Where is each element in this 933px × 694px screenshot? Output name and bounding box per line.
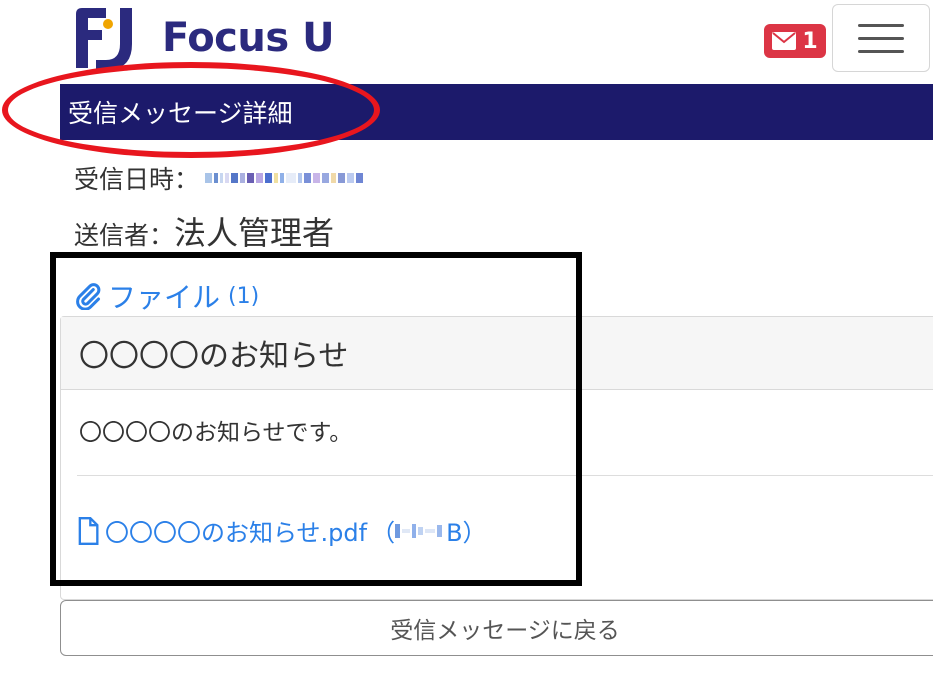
hamburger-line: [858, 49, 904, 53]
page-title-bar: 受信メッセージ詳細: [60, 84, 933, 140]
envelope-icon: [772, 32, 797, 50]
logo[interactable]: Focus U: [72, 4, 335, 72]
mail-notification-badge[interactable]: 1: [764, 24, 826, 58]
redacted-file-size: [395, 523, 443, 538]
received-datetime-row: 受信日時：: [74, 160, 364, 196]
page-title: 受信メッセージ詳細: [68, 99, 293, 128]
divider: [77, 475, 933, 476]
file-icon: [78, 516, 99, 545]
received-label: 受信日時：: [74, 165, 200, 194]
attachments-count: (1): [228, 283, 260, 309]
message-body: 〇〇〇〇のお知らせです。: [79, 420, 353, 446]
attachment-file-name: 〇〇〇〇のお知らせ.pdf: [105, 519, 368, 547]
logo-mark-icon: [76, 8, 132, 70]
message-card: 〇〇〇〇のお知らせ 〇〇〇〇のお知らせです。 〇〇〇〇のお知らせ.pdf （ B…: [60, 316, 933, 600]
attachments-label: ファイル: [108, 281, 221, 314]
sender-label: 送信者：: [74, 221, 175, 250]
message-title: 〇〇〇〇のお知らせ: [79, 339, 349, 374]
attachment-file-size: （ B）: [371, 519, 487, 547]
sender-value: 法人管理者: [174, 214, 335, 252]
mail-count: 1: [802, 28, 818, 54]
message-card-header: 〇〇〇〇のお知らせ: [61, 317, 933, 390]
redacted-datetime: [205, 173, 364, 183]
page: Focus U 1 受信メッセージ詳細 受信日時： 送信者： 法人管理者 ファイ…: [0, 0, 933, 694]
back-to-inbox-button[interactable]: 受信メッセージに戻る: [60, 600, 933, 656]
logo-text: Focus U: [162, 15, 335, 61]
sender-row: 送信者： 法人管理者: [74, 208, 334, 254]
hamburger-line: [858, 36, 904, 40]
hamburger-menu-button[interactable]: [832, 4, 930, 72]
back-button-label: 受信メッセージに戻る: [390, 618, 620, 644]
hamburger-line: [858, 23, 904, 27]
attachment-file-link[interactable]: 〇〇〇〇のお知らせ.pdf （ B）: [77, 513, 487, 548]
attachments-toggle-link[interactable]: ファイル (1): [74, 276, 259, 316]
paperclip-icon: [76, 283, 101, 310]
